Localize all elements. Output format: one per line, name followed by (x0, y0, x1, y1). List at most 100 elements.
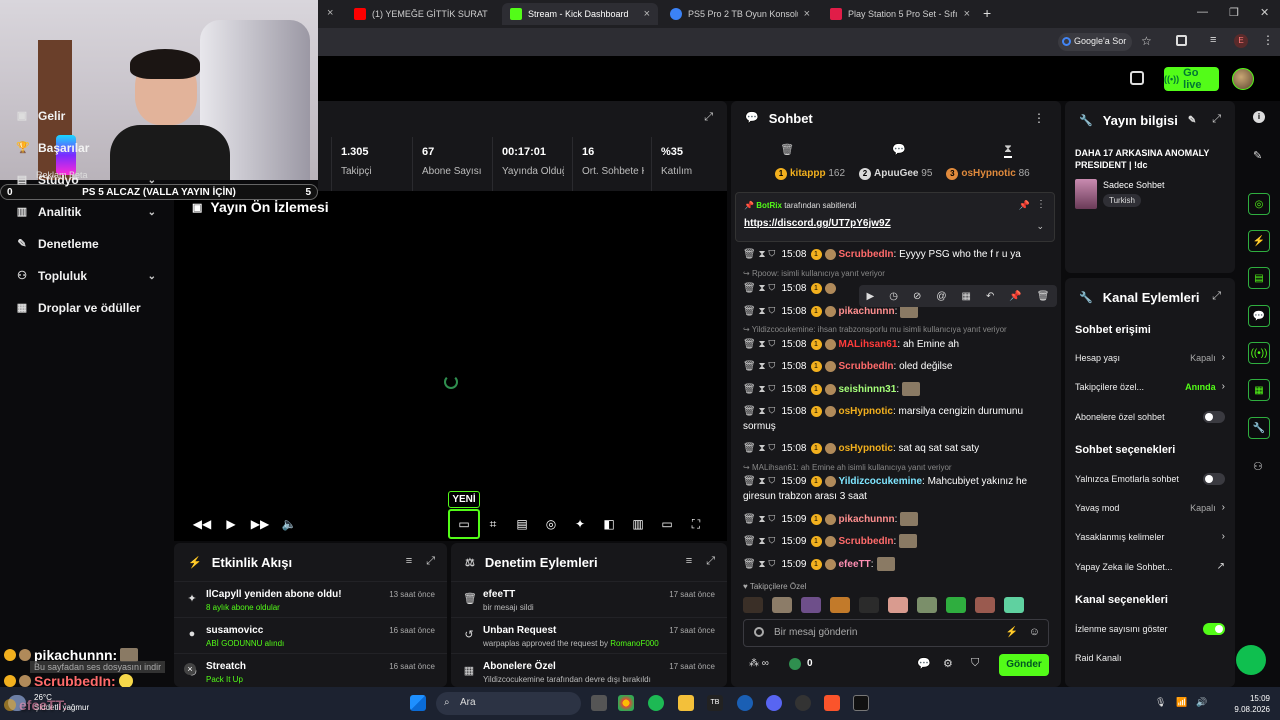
browser-tab-kick[interactable]: Stream - Kick Dashboard × (502, 3, 658, 25)
task-view-icon[interactable] (591, 695, 607, 711)
message-mod-icons[interactable]: 🗑 ⧗ ⛉ (743, 361, 775, 372)
expand-icon[interactable]: ⤢ (704, 111, 713, 124)
file-explorer-icon[interactable] (678, 695, 694, 711)
reply-icon[interactable]: ↶ (986, 291, 994, 302)
clip-icon[interactable]: ▤ (514, 516, 530, 532)
emote-icon[interactable]: ⚡ (1006, 627, 1018, 638)
browser-tab-ps5-pro[interactable]: Play Station 5 Pro Set - Sıfırında × (822, 3, 978, 25)
sidebar-item-analitik[interactable]: ▥ Analitik ⌄ (16, 205, 156, 219)
taskbar-search[interactable]: ⌕ Ara (436, 692, 581, 715)
more-options-icon[interactable]: ⋮ (1033, 111, 1045, 125)
infinity-icon[interactable]: ⁂ ∞ (749, 658, 769, 669)
info-icon[interactable]: i (1253, 111, 1265, 123)
emote-image[interactable] (801, 597, 821, 613)
ai-chat-setting[interactable]: Yapay Zeka ile Sohbet... ↗ (1075, 561, 1225, 572)
chat-message[interactable]: 🗑 ⧗ ⛉ 15:08 1 osHypnotic: sat aq sat sat sa… (743, 441, 1055, 456)
smiley-icon[interactable]: ☺ (1029, 626, 1040, 638)
minimize-icon[interactable]: — (1197, 6, 1208, 18)
chat-message[interactable]: 🗑 ⧗ ⛉ 15:08 1 ScrubbedIn: Eyyyy PSG who the… (743, 247, 1055, 262)
sidebar-item-droplar-ve-ödüller[interactable]: ▦ Droplar ve ödüller (16, 301, 156, 315)
chat-icon[interactable]: 💬 (892, 143, 906, 158)
chat-message[interactable]: 🗑 ⧗ ⛉ 15:08 1 MALihsan61: ah Emine ah (743, 337, 1055, 352)
raid-setting[interactable]: Raid Kanalı (1075, 653, 1225, 663)
more-options-icon[interactable]: ⋮ (1036, 199, 1046, 210)
emote-image[interactable] (975, 597, 995, 613)
emote-image[interactable] (1004, 597, 1024, 613)
rail-capture-button[interactable]: ◎ (1248, 193, 1270, 215)
sidebar-item-denetleme[interactable]: ✎ Denetleme (16, 237, 156, 251)
mention-icon[interactable]: @ (936, 291, 946, 302)
spotify-icon[interactable] (648, 695, 664, 711)
message-mod-icons[interactable]: 🗑 ⧗ ⛉ (743, 406, 775, 417)
rail-notes-button[interactable]: ▤ (1248, 267, 1270, 289)
copy-icon[interactable]: ▦ (961, 291, 970, 302)
app-icon[interactable] (737, 695, 753, 711)
timeout-icon[interactable]: ◷ (889, 291, 898, 302)
message-user[interactable]: osHypnotic (839, 406, 893, 417)
more-menu-icon[interactable]: ⋮ (1262, 33, 1274, 47)
taskbar-clock[interactable]: 15:09 9.08.2026 (1234, 693, 1270, 715)
message-user[interactable]: Yildizcocukemine (839, 476, 923, 487)
new-tab-button[interactable]: + (983, 5, 991, 21)
close-icon[interactable]: × (184, 663, 196, 675)
app-icon[interactable]: TB (707, 695, 723, 711)
pip-icon[interactable]: ◧ (601, 516, 617, 532)
message-user[interactable]: ScrubbedIn (839, 361, 894, 372)
expand-icon[interactable]: ⤢ (1212, 290, 1221, 303)
message-mod-icons[interactable]: 🗑 ⧗ ⛉ (743, 514, 775, 525)
leaderboard-entry[interactable]: 3 osHypnotic 86 (946, 168, 1030, 180)
hourglass-icon[interactable]: ⧗ (1004, 143, 1012, 158)
emote-image[interactable] (946, 597, 966, 613)
volume-icon[interactable]: 🔊 (1196, 697, 1207, 708)
discord-icon[interactable] (766, 695, 782, 711)
theater-icon[interactable]: ▭ (659, 516, 675, 532)
community-icon[interactable]: ⚇ (1253, 460, 1263, 473)
sidebar-item-başarılar[interactable]: 🏆 Başarılar (16, 141, 156, 155)
windows-start-icon[interactable] (410, 695, 426, 711)
fast-forward-icon[interactable]: ▶▶ (251, 516, 269, 532)
message-mod-icons[interactable]: 🗑 ⧗ ⛉ (743, 536, 775, 547)
feed-row[interactable]: ● susamovicc ABİ GODUNNU alındı 16 saat önc… (174, 617, 447, 653)
slow-mode-setting[interactable]: Yavaş mod Kapalı › (1075, 502, 1225, 513)
message-user[interactable]: seishinnn31 (839, 384, 897, 395)
go-live-button[interactable]: ((•)) Go live (1164, 67, 1219, 91)
reading-list-icon[interactable]: ≡ (1210, 34, 1216, 46)
message-user[interactable]: ScrubbedIn (839, 249, 894, 260)
pin-icon[interactable]: 📌 (1009, 291, 1021, 302)
message-user[interactable]: ScrubbedIn (839, 536, 894, 547)
stream-category[interactable]: Sadece Sohbet (1103, 180, 1165, 190)
rail-broadcast-button[interactable]: ((•)) (1248, 342, 1270, 364)
close-icon[interactable]: × (327, 7, 333, 19)
chat-message[interactable]: 🗑 ⧗ ⛉ 15:08 1 osHypnotic: marsilya cengizin… (743, 404, 1055, 434)
feed-row[interactable]: ✦ IlCapyll yeniden abone oldu! 8 aylık abo… (174, 581, 447, 617)
message-mod-icons[interactable]: 🗑 ⧗ ⛉ (743, 306, 775, 317)
terminal-icon[interactable] (853, 695, 869, 711)
rail-wrench-button[interactable]: 🔧 (1248, 417, 1270, 439)
message-mod-icons[interactable]: 🗑 ⧗ ⛉ (743, 559, 775, 570)
layout-icon[interactable]: ▥ (630, 516, 646, 532)
rail-chat-button[interactable]: 💬 (1248, 305, 1270, 327)
emote-image[interactable] (859, 597, 879, 613)
app-icon[interactable] (795, 695, 811, 711)
crop-icon[interactable]: ⌗ (485, 516, 501, 532)
emote-image[interactable] (772, 597, 792, 613)
chat-message[interactable]: 🗑 ⧗ ⛉ 15:09 1 ScrubbedIn: (743, 534, 1055, 549)
edit-icon[interactable]: ✎ (1188, 115, 1196, 126)
emoji-icon[interactable]: 💬 (917, 657, 931, 670)
pin-icon[interactable]: 📌 (1019, 200, 1030, 211)
subs-only-toggle[interactable] (1203, 411, 1225, 423)
leaderboard-entry[interactable]: 2 ApuuGee 95 (859, 168, 932, 180)
profile-avatar[interactable]: E (1234, 34, 1248, 48)
rewind-icon[interactable]: ◀◀ (193, 516, 211, 532)
user-avatar[interactable] (1232, 68, 1254, 90)
microphone-icon[interactable]: 🎙 (1155, 697, 1166, 708)
bookmark-star-icon[interactable]: ☆ (1141, 34, 1152, 48)
emote-only-toggle[interactable] (1203, 473, 1225, 485)
replay-icon[interactable]: ◎ (543, 516, 559, 532)
feed-row[interactable]: ↺ Unban Request warpaplas approved the req… (451, 617, 727, 653)
feed-row[interactable]: 🗑 efeeTT bir mesajı sildi 17 saat önce (451, 581, 727, 617)
message-user[interactable]: MALihsan61 (839, 339, 898, 350)
chat-input[interactable]: Bir mesaj gönderin ⚡ ☺ (743, 619, 1049, 647)
message-mod-icons[interactable]: 🗑 ⧗ ⛉ (743, 443, 775, 454)
pencil-icon[interactable]: ✎ (1253, 149, 1262, 162)
